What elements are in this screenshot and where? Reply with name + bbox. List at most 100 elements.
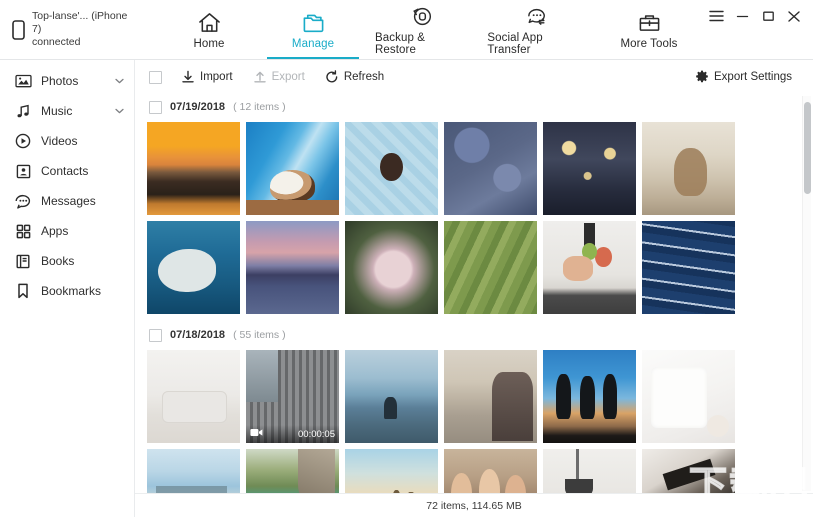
nav-tab-home[interactable]: Home: [157, 0, 261, 59]
apps-icon: [14, 224, 32, 239]
sidebar-item-apps[interactable]: Apps: [0, 216, 134, 246]
status-summary: 72 items, 114.65 MB: [426, 499, 522, 512]
sidebar-item-photos-label: Photos: [41, 74, 79, 88]
group-date-1: 07/18/2018: [170, 329, 226, 341]
thumbnail-white-living-room-sofa[interactable]: [147, 350, 240, 443]
photo-scroll-area[interactable]: 07/19/2018 ( 12 items ) 07/18/2018 (55 …: [135, 94, 813, 493]
thumbnail-hydrangea-flower[interactable]: [345, 221, 438, 314]
thumbnail-beluga-whale-underwater[interactable]: [147, 221, 240, 314]
thumbnail-rice-terrace-aerial[interactable]: [444, 221, 537, 314]
thumbnail-tropical-beach-boats[interactable]: [147, 449, 240, 493]
sidebar-item-photos[interactable]: Photos: [0, 66, 134, 96]
nav-tab-manage[interactable]: Manage: [261, 0, 365, 59]
bookmarks-icon: [14, 283, 32, 299]
thumbnail-image: [246, 449, 339, 493]
sidebar-item-contacts-label: Contacts: [41, 164, 89, 178]
thumbnail-image: [246, 122, 339, 215]
sidebar-item-messages-label: Messages: [41, 194, 96, 208]
thumbnail-person-sitting-on-coast[interactable]: [345, 350, 438, 443]
thumbnail-image: [642, 221, 735, 314]
sidebar-item-bookmarks-label: Bookmarks: [41, 284, 102, 298]
nav-tab-social-app-transfer-label: Social App Transfer: [487, 31, 543, 56]
nav-tab-more-tools-label: More Tools: [620, 37, 678, 50]
group-checkbox-0[interactable]: [149, 100, 162, 114]
sidebar-item-messages[interactable]: Messages: [0, 186, 134, 216]
nav-tab-backup-restore[interactable]: Backup & Restore: [365, 0, 477, 59]
thumbnail-woman-sunhat-poolside[interactable]: [246, 122, 339, 215]
nav-tab-more-tools[interactable]: More Tools: [597, 0, 701, 59]
body: Photos Music Videos Contacts Messages Ap…: [0, 60, 813, 517]
content-toolbar: Import Export Refresh Export Settings: [135, 60, 813, 94]
group-count-0: ( 12 items ): [233, 101, 286, 113]
thumbnail-ocean-waves-night[interactable]: [642, 221, 735, 314]
nav-tab-backup-restore-label: Backup & Restore: [375, 31, 426, 56]
thumbnail-image: [444, 350, 537, 443]
thumbnail-image: [147, 122, 240, 215]
group-checkbox-1[interactable]: [149, 328, 162, 342]
thumbnail-limestone-cliff-lagoon[interactable]: [246, 449, 339, 493]
sidebar-item-bookmarks[interactable]: Bookmarks: [0, 276, 134, 306]
thumbnail-dusk-sea-mountain[interactable]: [246, 221, 339, 314]
window-controls: [701, 0, 813, 59]
thumbnail-lantern-alley-night[interactable]: [543, 122, 636, 215]
sidebar-item-apps-label: Apps: [41, 224, 69, 238]
thumbnail-image: [345, 122, 438, 215]
video-duration-badge: 00:00:05: [246, 425, 339, 443]
thumbnail-image: [345, 221, 438, 314]
thumbnail-image: [246, 221, 339, 314]
thumbnail-woman-at-st-peters-square[interactable]: [444, 350, 537, 443]
group-header-1: 07/18/2018 ( 55 items ): [147, 322, 799, 348]
sidebar-item-videos-label: Videos: [41, 134, 78, 148]
sidebar-item-music-label: Music: [41, 104, 73, 118]
thumbnail-cherry-blossom-branches[interactable]: [444, 122, 537, 215]
thumbnail-white-tshirt-flatlay[interactable]: [642, 350, 735, 443]
export-label: Export: [271, 71, 305, 83]
close-button[interactable]: [781, 4, 807, 28]
thumbnail-image: [543, 221, 636, 314]
export-button[interactable]: Export: [244, 67, 314, 87]
import-button[interactable]: Import: [172, 67, 242, 87]
video-duration-text: 00:00:05: [298, 428, 335, 440]
vertical-scrollbar[interactable]: [802, 96, 811, 491]
thumbnail-sunset-beach-silhouette[interactable]: [147, 122, 240, 215]
thumbnail-image: [444, 221, 537, 314]
thumbnail-three-friends-jumping[interactable]: [543, 350, 636, 443]
sidebar-item-videos[interactable]: Videos: [0, 126, 134, 156]
thumbnail-couple-on-sunset-beach[interactable]: [345, 449, 438, 493]
minimize-button[interactable]: [729, 4, 755, 28]
chevron-down-icon[interactable]: [115, 108, 124, 114]
export-settings-button[interactable]: Export Settings: [686, 67, 801, 87]
thumbnail-image: [543, 350, 636, 443]
chevron-down-icon[interactable]: [115, 78, 124, 84]
refresh-icon: [325, 70, 339, 84]
sidebar-item-music[interactable]: Music: [0, 96, 134, 126]
menu-button[interactable]: [703, 4, 729, 28]
thumbnail-city-building-timelapse[interactable]: 00:00:05: [246, 350, 339, 443]
video-camera-icon: [250, 428, 263, 440]
select-all-checkbox[interactable]: [149, 70, 162, 84]
maximize-button[interactable]: [755, 4, 781, 28]
thumbnail-swimmer-in-pool-aerial[interactable]: [345, 122, 438, 215]
thumbnail-pendant-lamp-interior[interactable]: [543, 449, 636, 493]
chat-transfer-icon: [524, 4, 551, 29]
toolbar-actions: Import Export Refresh: [172, 67, 393, 87]
thumbnail-guitar-player-closeup[interactable]: [642, 449, 735, 493]
thumbnail-deer-in-field[interactable]: [642, 122, 735, 215]
books-icon: [14, 254, 32, 269]
sidebar-item-contacts[interactable]: Contacts: [0, 156, 134, 186]
scrollbar-thumb[interactable]: [804, 102, 811, 194]
thumbnail-image: [543, 122, 636, 215]
nav-tab-social-app-transfer[interactable]: Social App Transfer: [477, 0, 597, 59]
thumbnail-family-group-portrait[interactable]: [444, 449, 537, 493]
sidebar-item-books[interactable]: Books: [0, 246, 134, 276]
top-bar: Top-lanse'... (iPhone 7) connected Home: [0, 0, 813, 60]
photo-list: 07/19/2018 ( 12 items ) 07/18/2018 (55 …: [135, 94, 813, 493]
refresh-button[interactable]: Refresh: [316, 67, 393, 87]
thumbnail-washing-fruit-in-sink[interactable]: [543, 221, 636, 314]
connected-device[interactable]: Top-lanse'... (iPhone 7) connected: [0, 0, 135, 59]
videos-icon: [14, 133, 32, 149]
nav-tab-home-label: Home: [193, 37, 225, 50]
export-icon: [253, 70, 267, 84]
thumbnail-image: [543, 449, 636, 493]
sidebar: Photos Music Videos Contacts Messages Ap…: [0, 60, 135, 517]
